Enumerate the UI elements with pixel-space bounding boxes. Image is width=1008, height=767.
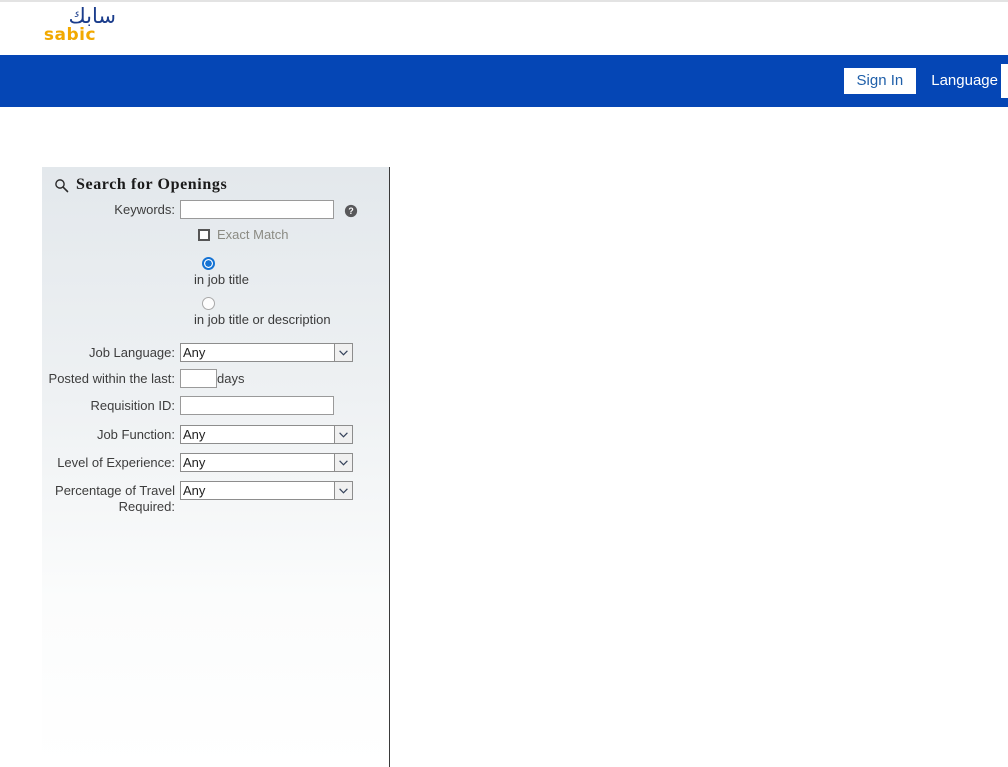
percentage-of-travel-control: Any [180,481,390,500]
logo-band: سابك sabic [0,2,1008,55]
search-input[interactable] [180,200,334,219]
percentage-of-travel-select[interactable]: Any [180,481,353,500]
exact-match-label: Exact Match [217,227,289,242]
requisition-id-input[interactable] [180,396,334,415]
exact-match-spacer [42,220,180,222]
job-function-control: Any [180,425,390,444]
exact-match-control: Exact Match [180,220,390,242]
field-row-requisition-id: Requisition ID: [42,396,390,415]
field-row-posted-within: Posted within the last: days [42,369,390,388]
level-of-experience-control: Any [180,453,390,472]
scope-control: in job title in job title or description [180,243,390,337]
posted-within-days-input[interactable] [180,369,217,388]
field-row-percentage-of-travel: Percentage of Travel Required: Any [42,481,390,515]
radio-in-job-title-label: in job title [194,272,249,287]
radio-in-job-title-or-description-label: in job title or description [194,312,331,327]
job-function-label: Job Function: [96,427,175,442]
nav-right-group: Sign In Language [843,55,1008,107]
sabic-logo[interactable]: سابك sabic [24,6,116,46]
radio-in-job-title[interactable] [202,257,215,270]
job-language-select-wrap: Any [180,343,353,362]
radio-in-job-title-or-description[interactable] [202,297,215,310]
keywords-control: ? [180,200,390,219]
field-row-exact-match: Exact Match [42,220,390,242]
requisition-id-control [180,396,390,415]
job-language-control: Any [180,343,390,362]
posted-within-control: days [180,369,390,388]
percentage-of-travel-select-wrap: Any [180,481,353,500]
posted-within-label: Posted within the last: [48,371,175,386]
search-openings-panel: Search for Openings Keywords: ? Exact Ma… [42,167,390,767]
job-function-select[interactable]: Any [180,425,353,444]
field-row-job-language: Job Language: Any [42,343,390,362]
job-language-label: Job Language: [88,345,175,360]
level-of-experience-label: Level of Experience: [57,455,175,470]
exact-match-checkbox[interactable] [198,228,210,241]
scope-option-job-title[interactable]: in job title [194,257,390,287]
field-row-level-of-experience: Level of Experience: Any [42,453,390,472]
nav-edge-block [1001,64,1008,98]
job-function-select-wrap: Any [180,425,353,444]
job-language-select[interactable]: Any [180,343,353,362]
language-link[interactable]: Language [931,73,998,89]
percentage-of-travel-label: Percentage of Travel Required: [55,483,175,514]
requisition-id-label: Requisition ID: [90,398,175,413]
search-form: Keywords: ? Exact Match in job title in … [42,200,390,516]
level-of-experience-select-wrap: Any [180,453,353,472]
field-row-keywords: Keywords: ? [42,200,390,219]
level-of-experience-select[interactable]: Any [180,453,353,472]
page-title: Search for Openings [76,176,228,193]
keywords-label: Keywords: [114,202,175,217]
field-row-job-function: Job Function: Any [42,425,390,444]
field-row-scope: in job title in job title or description [42,243,390,337]
magnifier-icon [55,178,69,192]
scope-option-job-title-or-description[interactable]: in job title or description [194,297,390,327]
days-suffix-label: days [217,371,245,386]
sign-in-button[interactable]: Sign In [843,67,917,95]
help-question-icon[interactable]: ? [344,204,358,218]
logo-latin-text: sabic [43,25,97,45]
scope-radio-group: in job title in job title or description [194,257,390,327]
panel-title-row: Search for Openings [54,176,227,194]
exact-match-row[interactable]: Exact Match [198,227,390,242]
scope-spacer [42,243,180,245]
primary-nav-bar: Sign In Language [0,55,1008,107]
svg-text:?: ? [348,206,353,216]
